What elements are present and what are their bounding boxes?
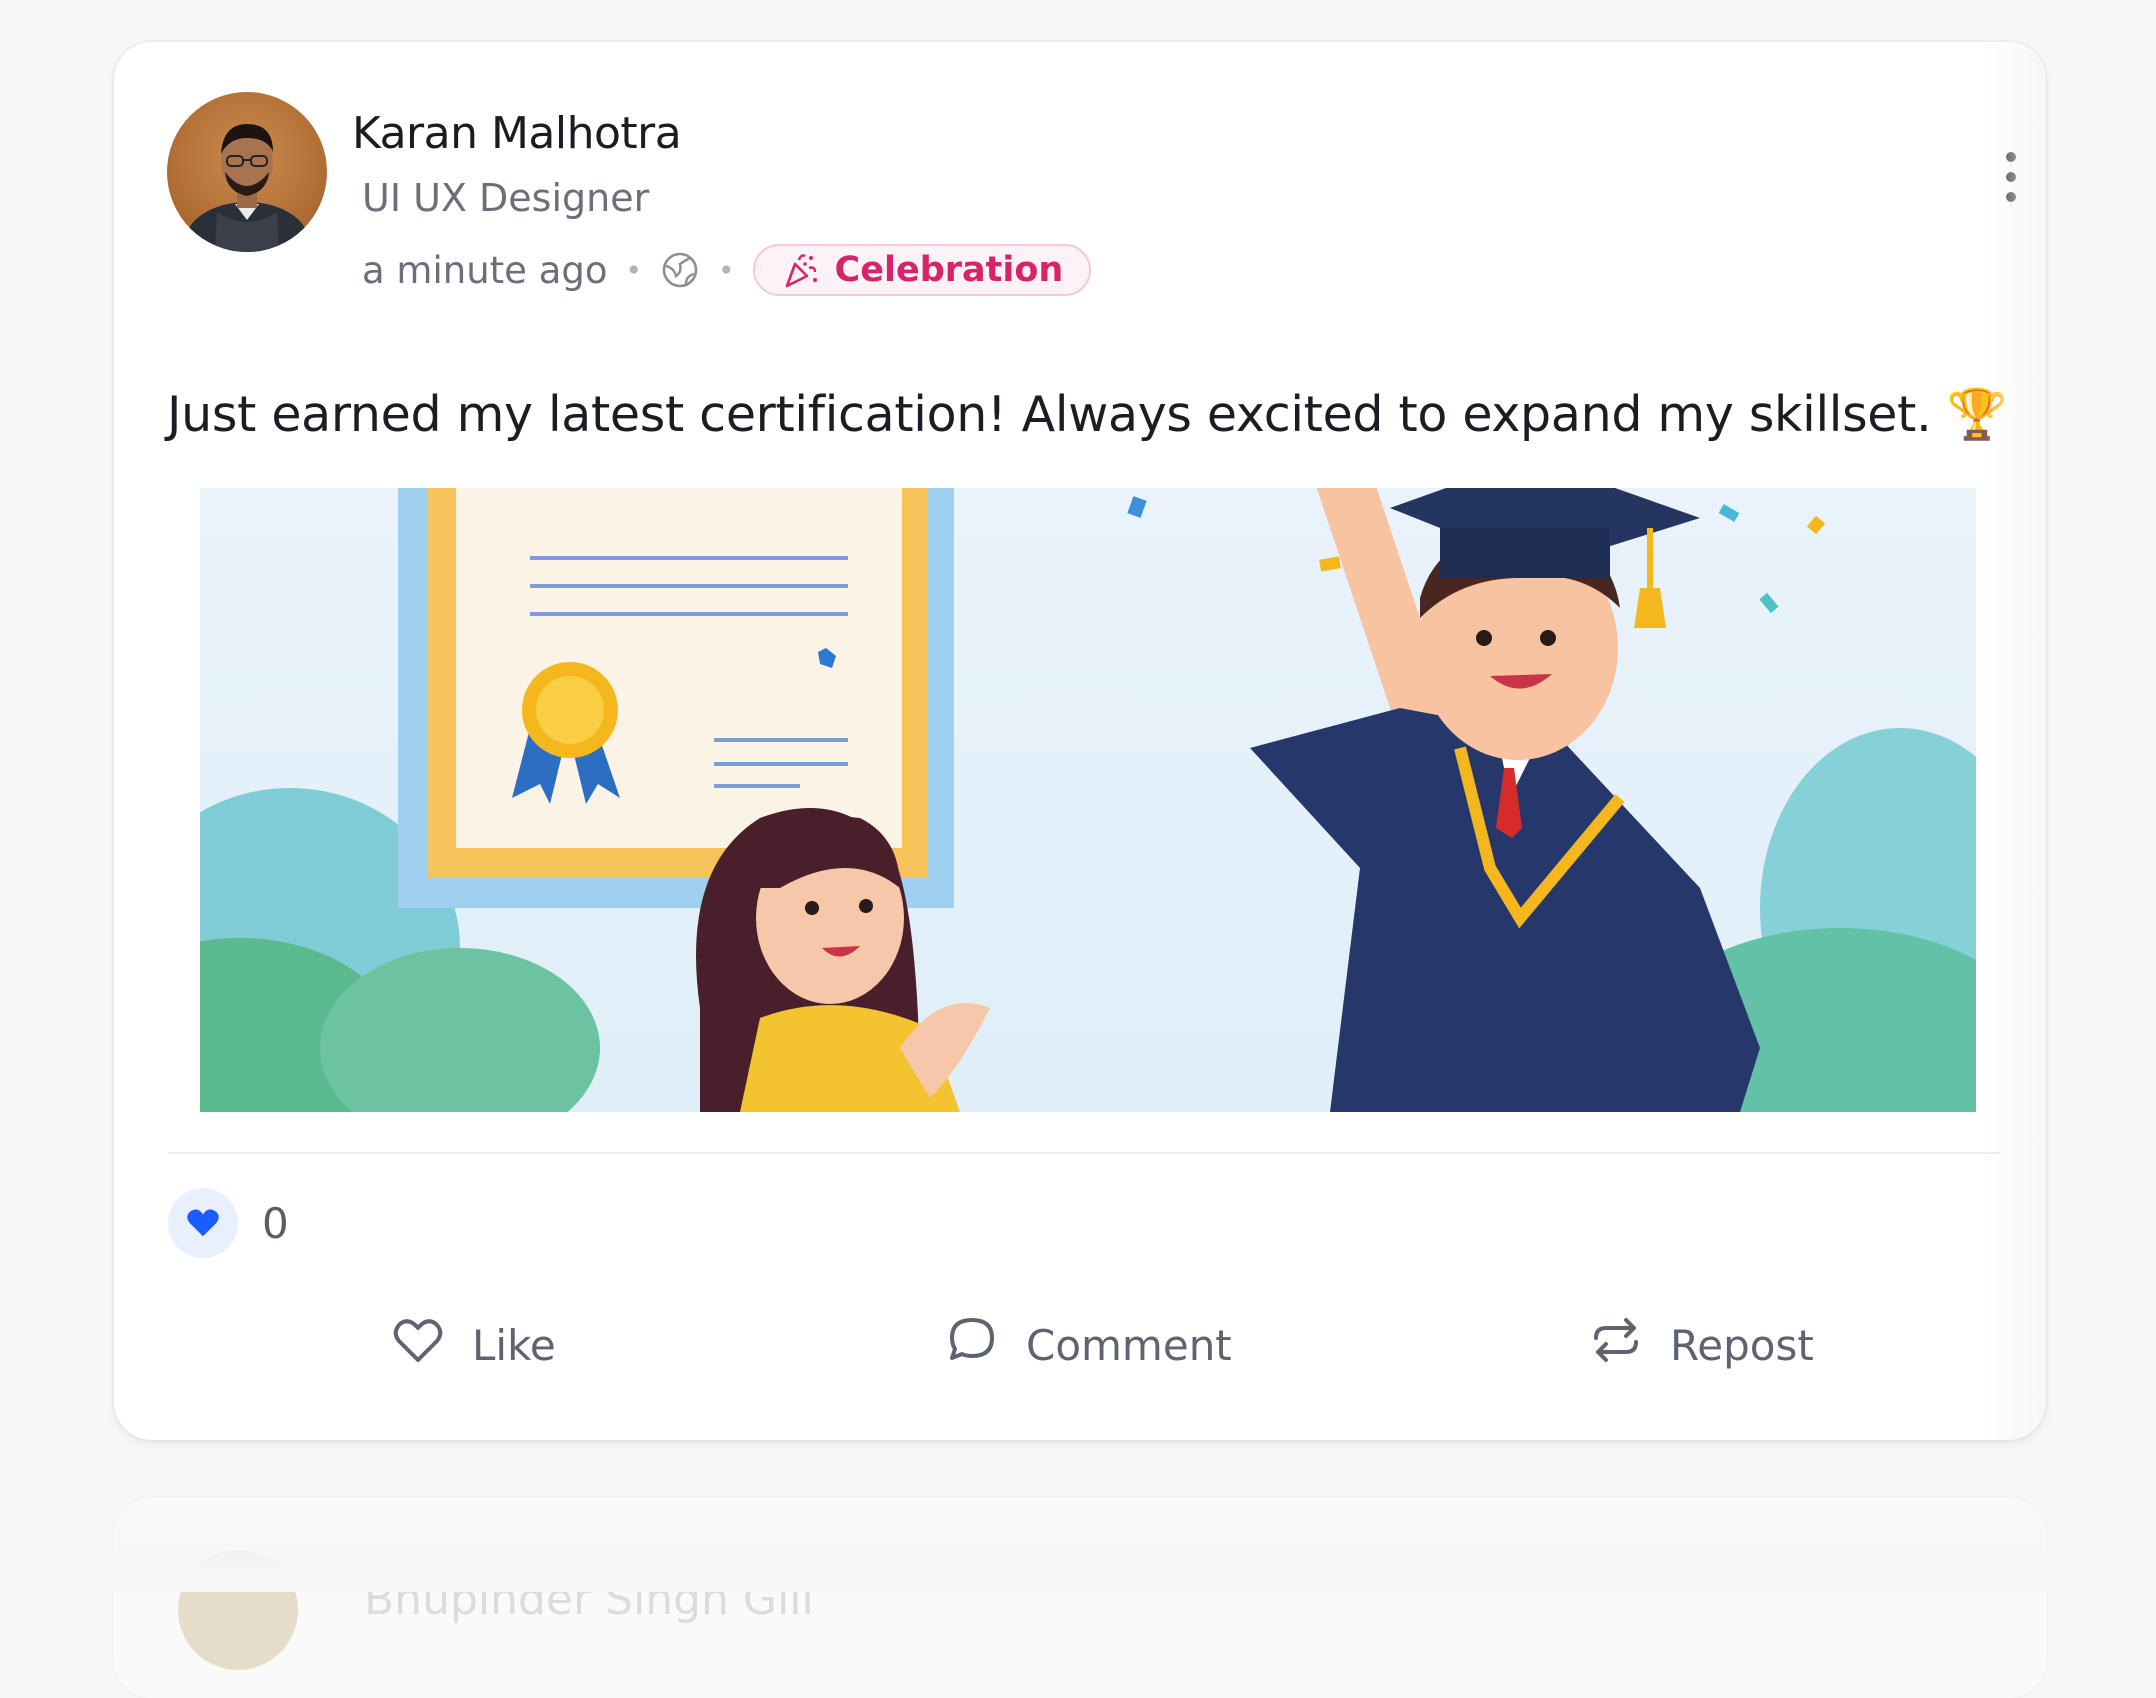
like-label: Like xyxy=(472,1320,556,1370)
celebration-badge: Celebration xyxy=(752,244,1092,296)
badge-label: Celebration xyxy=(834,250,1064,290)
reaction-summary[interactable]: 0 xyxy=(168,1188,289,1258)
post-image[interactable] xyxy=(200,488,1976,1112)
meta-separator: • xyxy=(718,253,735,287)
author-title: UI UX Designer xyxy=(362,176,650,220)
bottom-fade xyxy=(0,1460,2156,1592)
author-name[interactable]: Karan Malhotra xyxy=(352,108,682,159)
like-button[interactable]: Like xyxy=(390,1300,556,1390)
reaction-count: 0 xyxy=(262,1198,289,1248)
repost-icon xyxy=(1588,1312,1644,1378)
author-avatar[interactable] xyxy=(167,92,327,252)
heart-icon xyxy=(168,1188,238,1258)
post-divider xyxy=(168,1152,2000,1154)
party-popper-icon xyxy=(781,250,821,290)
comment-label: Comment xyxy=(1026,1320,1232,1370)
post-text: Just earned my latest certification! Alw… xyxy=(167,386,2008,443)
post-timestamp: a minute ago xyxy=(362,248,608,292)
post-actions: Like Comment Repost xyxy=(114,1300,2046,1390)
post-card: Karan Malhotra UI UX Designer a minute a… xyxy=(114,42,2046,1440)
comment-button[interactable]: Comment xyxy=(944,1300,1232,1390)
repost-label: Repost xyxy=(1670,1320,1814,1370)
meta-separator: • xyxy=(625,253,643,287)
post-meta: a minute ago • • Celebration xyxy=(362,242,1092,298)
card-edge-fade xyxy=(1986,42,2046,1440)
repost-button[interactable]: Repost xyxy=(1588,1300,1814,1390)
avatar-portrait xyxy=(185,124,309,252)
graduation-illustration xyxy=(200,488,1976,1112)
globe-icon xyxy=(660,250,700,290)
heart-outline-icon xyxy=(390,1312,446,1378)
comment-bubble-icon xyxy=(944,1312,1000,1378)
